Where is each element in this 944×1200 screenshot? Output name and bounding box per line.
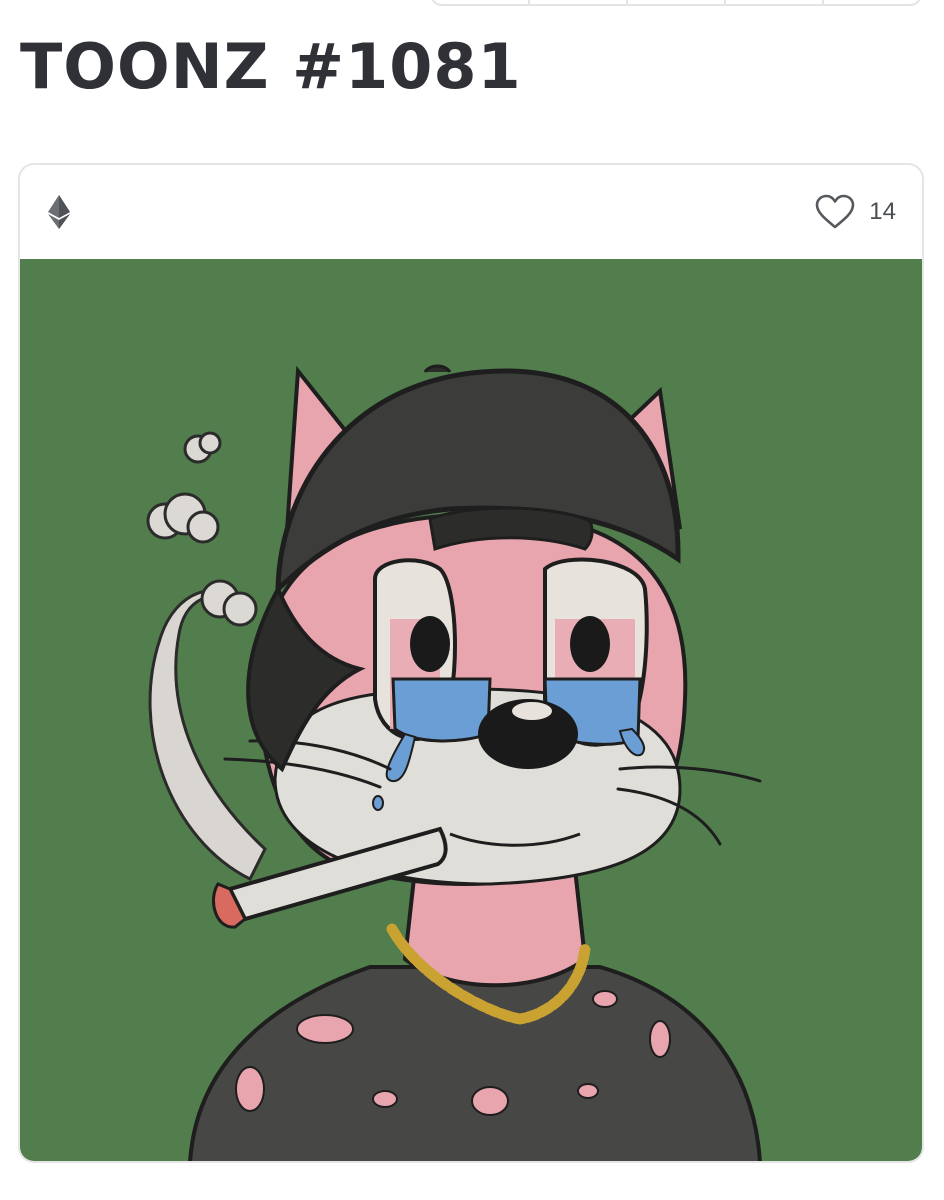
top-tab-4[interactable] <box>726 0 824 4</box>
heart-outline-icon[interactable] <box>815 194 855 230</box>
top-tab-1[interactable] <box>432 0 530 4</box>
nft-artwork[interactable] <box>20 259 922 1163</box>
top-tab-3[interactable] <box>628 0 726 4</box>
top-tab-strip <box>430 0 922 6</box>
favorite-button[interactable]: 14 <box>815 194 896 230</box>
nft-card: 14 <box>18 163 924 1163</box>
top-tab-5[interactable] <box>824 0 920 4</box>
top-tab-2[interactable] <box>530 0 628 4</box>
card-header: 14 <box>20 165 922 259</box>
page-title: TOONZ #1081 <box>20 30 522 103</box>
ethereum-icon <box>48 195 70 229</box>
favorite-count: 14 <box>869 198 896 225</box>
